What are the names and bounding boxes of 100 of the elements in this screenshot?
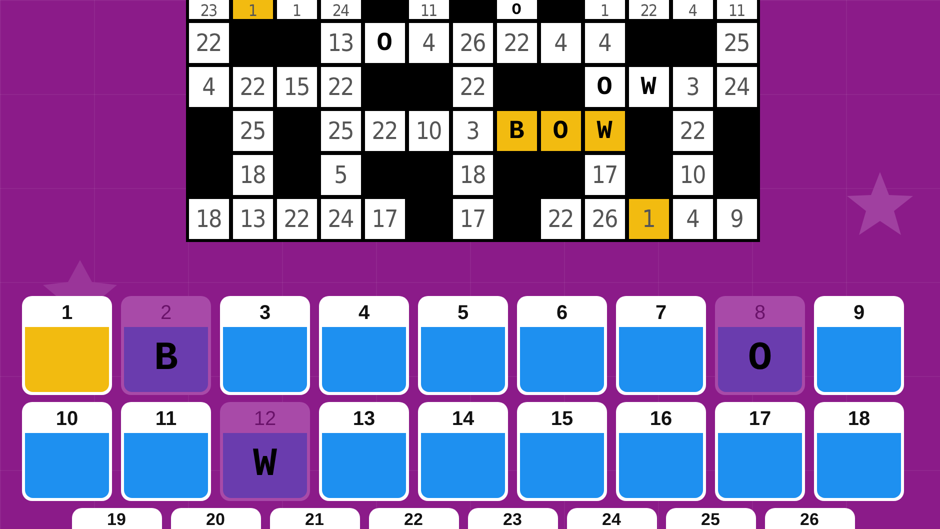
number-cell[interactable]: 24 [716, 67, 756, 107]
key-letter: B [154, 337, 178, 382]
letter-key[interactable]: 3 [220, 296, 310, 395]
number-cell[interactable]: 18 [452, 155, 492, 195]
key-number: 10 [54, 406, 80, 432]
letter-key[interactable]: 15 [517, 402, 607, 501]
number-cell[interactable]: 9 [716, 199, 756, 239]
letter-key[interactable]: 26 [764, 508, 854, 529]
number-cell[interactable]: 11 [408, 0, 448, 19]
key-number: 5 [456, 300, 470, 326]
number-cell[interactable]: 22 [364, 111, 404, 151]
number-cell[interactable]: 18 [232, 155, 272, 195]
letter-key[interactable]: 25 [666, 508, 756, 529]
key-number: 24 [601, 511, 622, 529]
number-cell[interactable]: 25 [320, 111, 360, 151]
key-number: 18 [846, 406, 872, 432]
letter-key[interactable]: 4 [319, 296, 409, 395]
key-number: 15 [550, 406, 574, 432]
number-cell[interactable]: 26 [584, 199, 624, 239]
letter-cell[interactable]: O [584, 67, 624, 107]
number-cell[interactable]: 22 [320, 67, 360, 107]
number-cell[interactable]: 17 [584, 155, 624, 195]
letter-cell[interactable]: W [584, 111, 624, 151]
key-number: 1 [60, 300, 74, 326]
letter-cell[interactable]: W [628, 67, 668, 107]
number-cell[interactable]: 4 [188, 67, 228, 107]
letter-key[interactable]: 16 [616, 402, 706, 501]
number-cell[interactable]: 24 [320, 0, 360, 19]
number-cell[interactable]: 4 [584, 23, 624, 63]
number-cell[interactable]: 17 [452, 199, 492, 239]
key-number: 2 [159, 300, 173, 326]
number-cell[interactable]: 23 [188, 0, 228, 19]
number-cell[interactable]: 10 [672, 155, 712, 195]
letter-key[interactable]: 6 [517, 296, 607, 395]
number-cell[interactable]: 4 [408, 23, 448, 63]
number-cell[interactable]: 22 [232, 67, 272, 107]
letter-cell[interactable]: O [540, 111, 580, 151]
number-cell[interactable]: 3 [672, 67, 712, 107]
letter-key[interactable]: 13 [319, 402, 409, 501]
number-cell[interactable]: 13 [320, 23, 360, 63]
letter-cell[interactable]: O [496, 0, 536, 19]
number-cell[interactable]: 24 [320, 199, 360, 239]
key-number: 17 [748, 406, 772, 432]
number-cell[interactable]: 4 [672, 0, 712, 19]
letter-key[interactable]: 20 [170, 508, 260, 529]
letter-cell[interactable]: B [496, 111, 536, 151]
number-cell[interactable]: 22 [188, 23, 228, 63]
key-letter: W [252, 443, 277, 488]
key-letter: O [748, 337, 772, 382]
number-cell[interactable]: 22 [628, 0, 668, 19]
key-number: 19 [106, 511, 127, 529]
key-number: 26 [799, 511, 820, 529]
letter-key[interactable]: 18 [814, 402, 904, 501]
number-cell[interactable]: 11 [716, 0, 756, 19]
letter-key[interactable]: 11 [121, 402, 211, 501]
number-cell[interactable]: 13 [232, 199, 272, 239]
key-number: 21 [304, 511, 325, 529]
number-cell[interactable]: 25 [716, 23, 756, 63]
number-cell[interactable]: 5 [320, 155, 360, 195]
number-cell[interactable]: 18 [188, 199, 228, 239]
number-cell[interactable]: 1 [628, 199, 668, 239]
letter-key[interactable]: 24 [566, 508, 656, 529]
number-cell[interactable]: 22 [672, 111, 712, 151]
number-cell[interactable]: 25 [232, 111, 272, 151]
key-number: 16 [648, 406, 674, 432]
number-cell[interactable]: 22 [452, 67, 492, 107]
key-number: 4 [357, 300, 371, 326]
letter-key[interactable]: 14 [418, 402, 508, 501]
number-cell[interactable]: 4 [540, 23, 580, 63]
number-cell[interactable]: 4 [672, 199, 712, 239]
number-cell[interactable]: 22 [540, 199, 580, 239]
letter-key[interactable]: 22 [368, 508, 458, 529]
number-cell[interactable]: 26 [452, 23, 492, 63]
number-cell[interactable]: 1 [584, 0, 624, 19]
number-cell[interactable]: 22 [276, 199, 316, 239]
letter-key[interactable]: 5 [418, 296, 508, 395]
number-cell[interactable]: 15 [276, 67, 316, 107]
letter-key[interactable]: 19 [72, 508, 162, 529]
letter-cell[interactable]: O [364, 23, 404, 63]
letter-key[interactable]: 17 [715, 402, 805, 501]
letter-key[interactable]: 23 [468, 508, 558, 529]
key-number: 3 [258, 300, 272, 326]
key-number: 12 [252, 406, 278, 432]
key-number: 20 [205, 511, 226, 529]
letter-key[interactable]: 21 [270, 508, 360, 529]
key-number: 9 [852, 300, 866, 326]
star-icon [847, 172, 913, 235]
number-cell[interactable]: 17 [364, 199, 404, 239]
key-number: 22 [403, 511, 424, 529]
number-cell[interactable]: 3 [452, 111, 492, 151]
letter-key[interactable]: 9 [814, 296, 904, 395]
key-number: 25 [700, 511, 721, 529]
letter-key[interactable]: 1 [22, 296, 112, 395]
number-cell[interactable]: 1 [232, 0, 272, 19]
letter-key[interactable]: 10 [22, 402, 112, 501]
letter-key[interactable]: 7 [616, 296, 706, 395]
number-cell[interactable]: 1 [276, 0, 316, 19]
number-cell[interactable]: 22 [496, 23, 536, 63]
key-number: 7 [654, 300, 668, 326]
number-cell[interactable]: 10 [408, 111, 448, 151]
